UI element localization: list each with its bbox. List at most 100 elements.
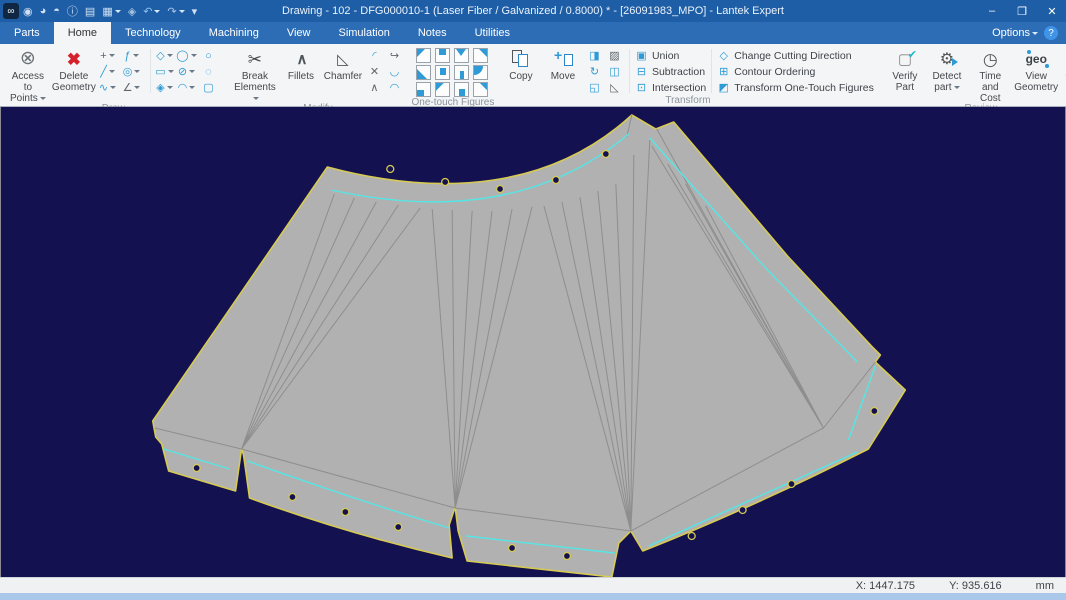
transform-one-touch-button[interactable]: ◩ Transform One-Touch Figures [717,80,874,95]
one-touch-figure-icon[interactable] [435,82,450,97]
drawing-canvas[interactable] [0,107,1066,577]
view-geometry-button[interactable]: geo View Geometry [1013,47,1060,93]
angle-tool-icon[interactable]: ∠ [123,80,140,95]
break-elements-button[interactable]: ✂ Break Elements [230,47,280,104]
arc-fit-icon[interactable]: ◠ [386,80,403,95]
ellipse-tool-icon[interactable]: ◌ [200,64,217,79]
open-icon[interactable]: ◕ [40,5,47,17]
align-icon[interactable]: ◫ [606,64,623,79]
rounded-rect-tool-icon[interactable]: ◈ [156,80,173,95]
transform-one-touch-label: Transform One-Touch Figures [734,82,874,94]
quick-access-toolbar: ◉ ◕ ◓ ⓘ ▤ ▦ ◈ ↶ ↷ ▾ [23,3,197,19]
change-cutting-direction-button[interactable]: ◇ Change Cutting Direction [717,48,874,63]
move-button[interactable]: + Move [542,47,584,82]
tab-parts[interactable]: Parts [0,22,54,44]
one-touch-figures-grid [416,48,490,97]
minimize-button[interactable]: – [978,1,1006,21]
line-tool-icon[interactable]: ╱ [99,64,116,79]
one-touch-figure-icon[interactable] [416,65,431,80]
time-and-cost-button[interactable]: ◷ Time and Cost [968,47,1013,104]
rectangle-tool-icon[interactable]: ▭ [156,64,173,79]
verify-part-button[interactable]: ▢✔ Verify Part [884,47,926,93]
point-tool-icon[interactable]: + [99,48,116,63]
help-button[interactable]: ? [1044,26,1058,40]
union-button[interactable]: ▣ Union [635,48,706,63]
stretch-curve-icon[interactable]: ◡ [386,64,403,79]
print-icon[interactable]: ▦ [102,5,120,18]
redo-icon[interactable]: ↷ [167,5,184,18]
one-touch-figure-icon[interactable] [435,65,450,80]
tab-technology[interactable]: Technology [111,22,195,44]
curve-tool-icon[interactable]: ƒ [123,48,140,63]
one-touch-figure-icon[interactable] [416,48,431,63]
extend-icon[interactable]: ∧ [366,80,383,95]
one-touch-figure-icon[interactable] [454,82,469,97]
save-icon[interactable]: ▤ [85,5,95,18]
detect-part-button[interactable]: ⚙ Detect part [926,47,968,93]
tab-machining[interactable]: Machining [195,22,273,44]
slot-tool-icon[interactable]: ▢ [200,80,217,95]
oblong-tool-icon[interactable]: ⊘ [178,64,195,79]
app-logo-icon[interactable]: ∞ [3,3,19,19]
polyline-tool-icon[interactable]: ∿ [99,80,116,95]
part-outline[interactable] [153,115,906,577]
detect-label: Detect [932,71,961,82]
tab-view[interactable]: View [273,22,325,44]
hole [509,545,516,552]
intersection-button[interactable]: ⊡ Intersection [635,80,706,95]
reverse-icon[interactable]: ↪ [386,48,403,63]
ribbon-group-review: ▢✔ Verify Part ⚙ Detect part ◷ Time and … [881,44,1066,106]
one-touch-figure-icon[interactable] [435,48,450,63]
tab-home[interactable]: Home [54,22,111,44]
units-indicator: mm [1036,580,1054,592]
tab-simulation[interactable]: Simulation [324,22,403,44]
hole [497,186,504,193]
rhombus-tool-icon[interactable]: ◇ [156,48,173,63]
import-icon[interactable]: ◓ [53,5,60,17]
chamfer-button[interactable]: ◺ Chamfer [322,47,364,82]
info-icon[interactable]: ⓘ [67,3,78,19]
close-button[interactable]: ✕ [1038,1,1066,21]
trim-cross-icon[interactable]: ✕ [366,64,383,79]
scale-icon[interactable]: ◱ [586,80,603,95]
fillets-button[interactable]: ∧ Fillets [280,47,322,82]
loop-trim-icon[interactable]: ◜ [366,48,383,63]
cursor-x-readout: X: 1447.175 [856,580,915,592]
subtraction-button[interactable]: ⊟ Subtraction [635,64,706,79]
one-touch-figure-icon[interactable] [473,48,488,63]
circle2-tool-icon[interactable]: ○ [200,48,217,63]
polygon-tool-icon[interactable]: ◯ [178,48,195,63]
ribbon-group-draw: ⊗ Access to Points ✖ Delete Geometry + ƒ… [2,44,225,106]
delete-geometry-button[interactable]: ✖ Delete Geometry [51,47,97,93]
one-touch-figure-icon[interactable] [454,48,469,63]
one-touch-figure-icon[interactable] [416,82,431,97]
skew-icon[interactable]: ◺ [606,80,623,95]
loop-check-icon[interactable]: ↺ [1062,79,1066,93]
undo-icon[interactable]: ↶ [143,5,160,18]
access-to-points-label: Access to [8,71,48,93]
nodes-icon[interactable]: ◬ [1062,63,1066,77]
new-icon[interactable]: ◉ [23,5,33,18]
options-menu[interactable]: Options [992,27,1038,39]
copy-button[interactable]: Copy [500,47,542,82]
restore-button[interactable]: ❐ [1008,1,1036,21]
access-to-points-button[interactable]: ⊗ Access to Points [5,47,51,104]
customize-toolbar-icon[interactable]: ▾ [192,5,198,18]
transform-one-touch-icon: ◩ [717,81,730,94]
contour-ordering-button[interactable]: ⊞ Contour Ordering [717,64,874,79]
tab-notes[interactable]: Notes [404,22,461,44]
mirror-icon[interactable]: ◨ [586,48,603,63]
rotate-icon[interactable]: ↻ [586,64,603,79]
delete-geometry-label2: Geometry [52,82,96,93]
tab-utilities[interactable]: Utilities [461,22,524,44]
one-touch-figure-icon[interactable] [473,82,488,97]
contour-ordering-label: Contour Ordering [734,66,815,78]
mirror-copy-icon[interactable]: ▨ [606,48,623,63]
one-touch-figure-icon[interactable] [473,65,488,80]
measure-icon[interactable]: ∗ [1062,47,1066,61]
union-icon: ▣ [635,49,648,62]
preview-icon[interactable]: ◈ [128,5,136,18]
arc-tool-icon[interactable]: ◠ [178,80,195,95]
one-touch-figure-icon[interactable] [454,65,469,80]
circle-tool-icon[interactable]: ◎ [123,64,140,79]
